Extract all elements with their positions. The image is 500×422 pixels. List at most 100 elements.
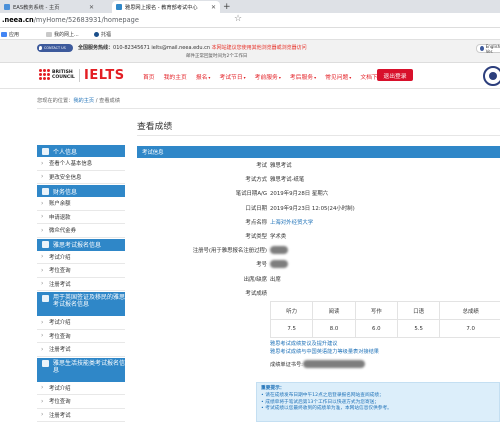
score-links: 雅思考试成绩复议及提升建议 雅思考试成绩与中国英语能力等级量表对接结果 xyxy=(270,340,379,356)
sidebar-item[interactable]: 更改安全信息 xyxy=(37,171,125,184)
score-header-cell: 口语 xyxy=(396,301,441,320)
brand-line-2: COUNCIL xyxy=(52,74,75,80)
contact-us-button[interactable]: CONTACT US xyxy=(37,44,73,52)
hotline-value: 010-82345671 ielts@mail.neea.edu.cn xyxy=(113,45,211,51)
sidebar-item[interactable]: 查看个人基本信息 xyxy=(37,157,125,171)
detail-label: 考试 xyxy=(256,163,267,169)
sidebar-section-header[interactable]: 雅思生活技能类考试报名信息 xyxy=(37,357,126,382)
bookmark-toefl[interactable]: 托福 xyxy=(94,31,111,38)
redacted-value xyxy=(302,360,365,368)
chevron-down-icon: ▾ xyxy=(243,75,246,80)
sidebar-item[interactable]: 考位查询 xyxy=(37,330,125,343)
bookmark-label: 应用 xyxy=(9,32,20,38)
browser-tab-ielts[interactable]: 雅思网上报名 - 教育部考试中心 ✕ xyxy=(112,1,220,13)
ielts-logo[interactable]: IELTS xyxy=(84,68,125,83)
detail-row: 考试 雅思考试 xyxy=(137,158,500,172)
nav-item[interactable]: 常见问题▾ xyxy=(325,72,351,81)
sidebar-section-header[interactable]: 财务信息 xyxy=(37,185,125,197)
brand-line-1: BRITISH xyxy=(52,69,73,75)
score-header-cell: 总成绩 xyxy=(439,301,500,320)
cse-mapping-link[interactable]: 雅思考试成绩与中国英语能力等级量表对接结果 xyxy=(270,348,379,356)
nav-item[interactable]: 考试节日▾ xyxy=(219,72,245,81)
sidebar: 个人信息查看个人基本信息更改安全信息财务信息账户余额申请退款微众代金券雅思考试报… xyxy=(37,144,125,422)
reply-hours: 邮件正常回复时间为2个工作日 xyxy=(186,54,248,59)
browser-tab-label: EAS教务系统 - 主页 xyxy=(13,4,60,11)
nav-item[interactable]: 考后服务▾ xyxy=(290,72,316,81)
sidebar-item[interactable]: 考试介绍 xyxy=(37,251,125,264)
sidebar-item[interactable]: 注册考试 xyxy=(37,278,125,291)
nav-item-label: 考前服务 xyxy=(254,75,278,81)
bookmark-label: 我的网上... xyxy=(54,32,79,38)
detail-label: 考试类型 xyxy=(245,234,267,240)
sidebar-item[interactable]: 考试介绍 xyxy=(37,382,125,395)
section-icon xyxy=(42,360,49,367)
detail-value: 学术类 xyxy=(270,234,287,240)
chevron-down-icon: ▾ xyxy=(314,75,317,80)
sidebar-section-header[interactable]: 雅思考试报名信息 xyxy=(37,238,125,251)
exam-info-header: 考试信息 xyxy=(137,146,500,158)
sidebar-item[interactable]: 账户余额 xyxy=(37,197,125,211)
nav-item-label: 首页 xyxy=(143,75,155,81)
detail-label: 考号 xyxy=(256,262,267,269)
section-icon xyxy=(42,187,49,195)
apps-icon xyxy=(1,32,7,37)
nav-item[interactable]: 我的主页 xyxy=(164,72,187,81)
breadcrumb-home-link[interactable]: 我的主页 xyxy=(73,98,94,104)
bookmark-label: 托福 xyxy=(101,32,112,38)
detail-value: 2019年9月23日 12:05(24小时制) xyxy=(270,205,355,212)
sidebar-section-title: 雅思生活技能类考试报名信息 xyxy=(53,359,126,374)
nav-item[interactable]: 报名▾ xyxy=(196,72,211,81)
british-council-logo[interactable]: BRITISH COUNCIL xyxy=(39,69,75,80)
sidebar-item[interactable]: 考位查询 xyxy=(37,395,125,409)
url-path: /myHome/52683931/homepage xyxy=(33,16,139,24)
sidebar-item[interactable]: 微众代金券 xyxy=(37,224,125,238)
sidebar-item[interactable]: 注册考试 xyxy=(37,343,125,357)
main-nav: 首页 我的主页 报名▾ 考试节日▾ 考前服务▾ 考后服务▾ 常见问题▾ 文档下载 xyxy=(143,72,393,81)
score-review-link[interactable]: 雅思考试成绩复议及提升建议 xyxy=(270,340,379,348)
score-value-cell: 5.5 xyxy=(396,319,441,338)
close-tab-icon[interactable]: ✕ xyxy=(211,4,216,11)
close-tab-icon[interactable]: ✕ xyxy=(89,4,94,11)
address-bar[interactable]: .neea.cn/myHome/52683931/homepage ☆ xyxy=(0,13,500,28)
logout-button[interactable]: 退出登录 xyxy=(377,69,413,81)
sidebar-section-title: 用于英国签证及移民的雅思考试报名信息 xyxy=(53,294,126,308)
location-pin-icon xyxy=(39,46,42,50)
bookmark-star-icon[interactable]: ☆ xyxy=(234,14,242,24)
sidebar-section-header[interactable]: 个人信息 xyxy=(37,145,125,157)
detail-value: 出席 xyxy=(270,276,281,283)
bookmarks-bar: 应用 我的网上... 托福 xyxy=(0,28,500,40)
url-host: .neea.cn xyxy=(2,16,34,24)
sidebar-item[interactable]: 申请退款 xyxy=(37,211,125,224)
chevron-down-icon: ▾ xyxy=(208,75,211,80)
bookmark-apps[interactable]: 应用 xyxy=(1,31,19,38)
detail-label: 注册号(用于雅思报名注册过程) xyxy=(192,248,267,255)
globe-icon xyxy=(480,46,484,51)
bookmark-folder[interactable]: 我的网上... xyxy=(46,31,79,38)
detail-label: 考试成绩 xyxy=(245,290,267,297)
sidebar-item[interactable]: 考试介绍 xyxy=(37,316,125,330)
score-value-cell: 6.0 xyxy=(354,319,398,338)
nav-item[interactable]: 考前服务▾ xyxy=(255,72,281,81)
new-tab-button[interactable]: + xyxy=(223,2,231,12)
section-icon xyxy=(42,241,49,248)
score-header-cell: 写作 xyxy=(354,301,398,320)
nav-item[interactable]: 首页 xyxy=(143,72,155,81)
sidebar-item[interactable]: 考位查询 xyxy=(37,264,125,278)
english-version-button[interactable]: English Ver. xyxy=(476,43,500,54)
section-icon xyxy=(42,294,49,302)
nav-item-label: 报名 xyxy=(195,75,208,81)
breadcrumb: 您现在的位置：我的主页 / 查看成绩 xyxy=(37,97,120,104)
nav-item-label: 考后服务 xyxy=(289,75,314,81)
english-label: English Ver. xyxy=(485,43,500,54)
nav-item-label: 我的主页 xyxy=(163,75,187,81)
sidebar-item[interactable]: 注册考试 xyxy=(37,409,125,422)
section-icon xyxy=(42,147,49,155)
detail-row: 考试成绩 xyxy=(137,286,500,300)
divider xyxy=(37,108,500,109)
detail-label: 出席/缺席 xyxy=(243,276,267,283)
browser-tab-eas[interactable]: EAS教务系统 - 主页 ✕ xyxy=(0,1,98,13)
sidebar-section-header[interactable]: 用于英国签证及移民的雅思考试报名信息 xyxy=(37,292,125,316)
detail-value: 2019年9月28日 星期六 xyxy=(270,191,329,198)
url-text[interactable]: .neea.cn/myHome/52683931/homepage xyxy=(2,16,139,24)
detail-label: 考点名称 xyxy=(245,219,267,226)
